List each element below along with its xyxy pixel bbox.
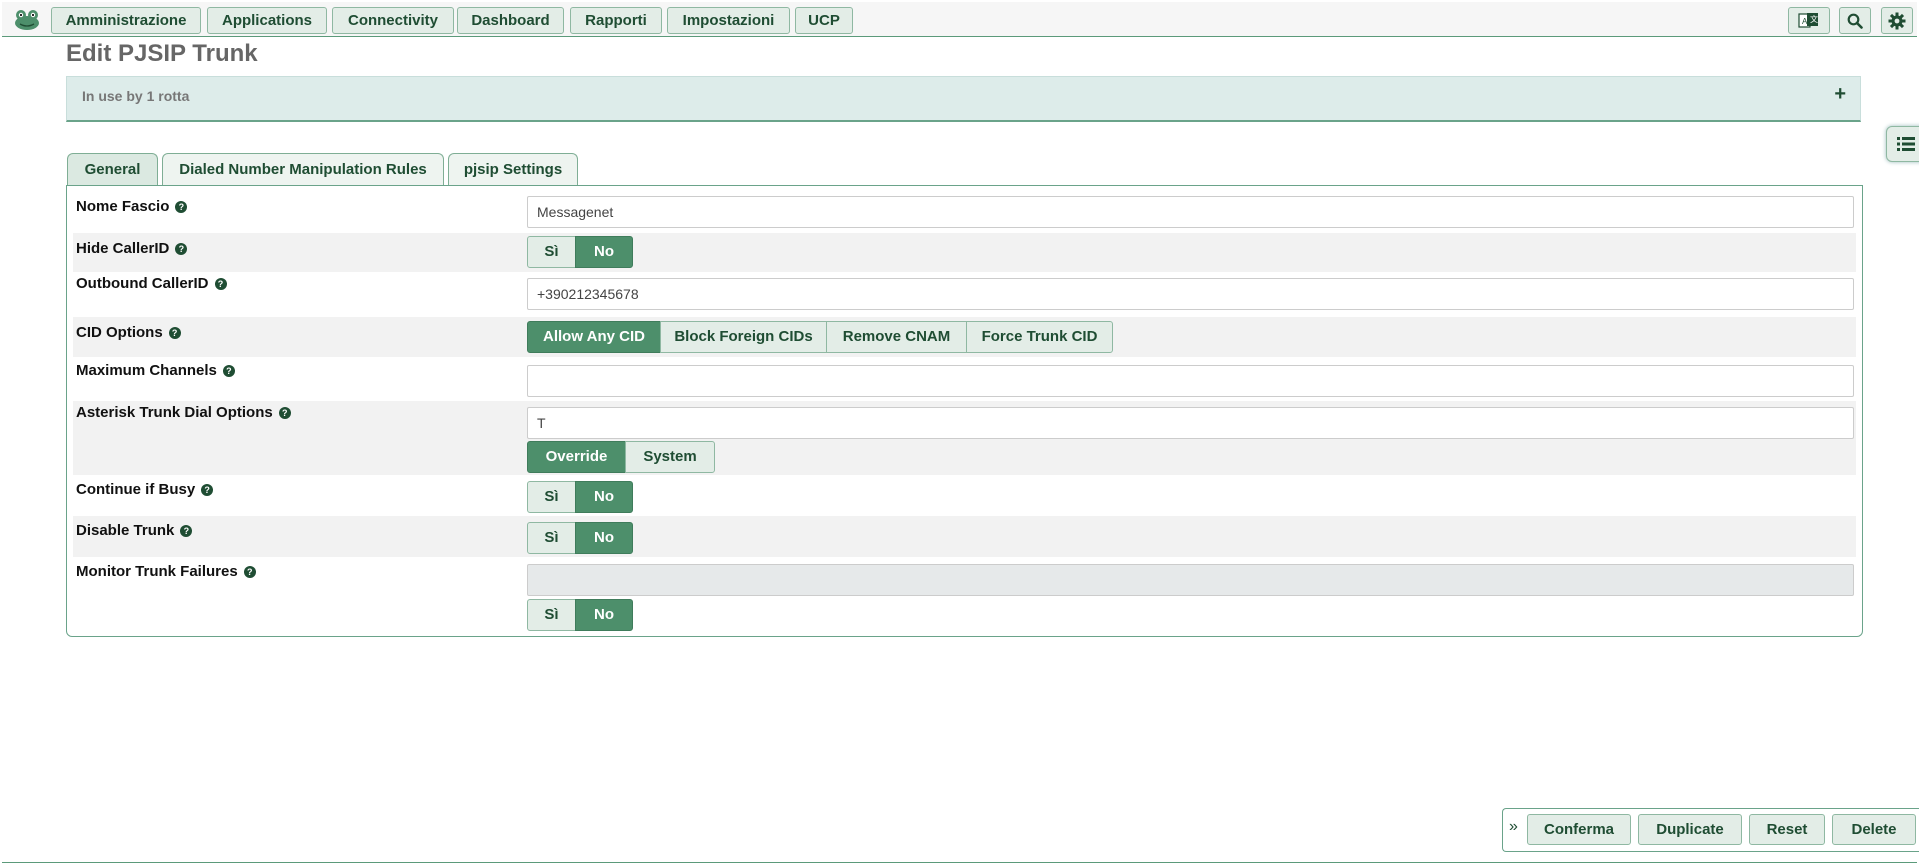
in-use-text: In use by 1 rotta — [82, 88, 190, 104]
nav-ucp[interactable]: UCP — [795, 7, 853, 34]
disable-trunk-no[interactable]: No — [575, 522, 633, 554]
cid-force-trunk[interactable]: Force Trunk CID — [966, 321, 1113, 353]
freepbx-frog-logo[interactable] — [14, 9, 40, 31]
max-channels-input[interactable] — [527, 365, 1854, 397]
row-hide-callerid: Hide CallerID ? Sì No — [73, 233, 1856, 272]
help-icon[interactable]: ? — [175, 242, 188, 255]
collapse-chevron-icon[interactable]: » — [1509, 818, 1518, 836]
cid-remove-cnam[interactable]: Remove CNAM — [826, 321, 967, 353]
trunk-name-input[interactable]: Messagenet — [527, 196, 1854, 228]
trunk-name-label-text: Nome Fascio — [76, 198, 170, 215]
help-icon[interactable]: ? — [278, 406, 291, 419]
hide-callerid-toggle: Sì No — [527, 236, 633, 268]
side-list-toggle[interactable] — [1886, 126, 1919, 162]
help-icon[interactable]: ? — [168, 326, 181, 339]
monitor-failures-no[interactable]: No — [575, 599, 633, 631]
nav-impostazioni[interactable]: Impostazioni — [667, 7, 790, 34]
disable-trunk-label-text: Disable Trunk — [76, 522, 175, 539]
row-max-channels: Maximum Channels ? — [73, 358, 1856, 401]
cid-allow-any[interactable]: Allow Any CID — [527, 321, 661, 353]
row-monitor-failures: Monitor Trunk Failures ? Sì No — [73, 557, 1856, 633]
disable-trunk-toggle: Sì No — [527, 522, 633, 554]
gear-icon — [1888, 12, 1906, 29]
row-outbound-callerid: Outbound CallerID ? +390212345678 — [73, 272, 1856, 315]
page-title: Edit PJSIP Trunk — [66, 40, 258, 67]
row-cid-options: CID Options ? Allow Any CID Block Foreig… — [73, 317, 1856, 357]
nav-dashboard[interactable]: Dashboard — [457, 7, 564, 34]
continue-busy-label: Continue if Busy ? — [76, 481, 214, 498]
cid-options-toggle: Allow Any CID Block Foreign CIDs Remove … — [527, 321, 1113, 353]
tab-general[interactable]: General — [67, 153, 158, 187]
nav-connectivity[interactable]: Connectivity — [332, 7, 454, 34]
trunk-name-label: Nome Fascio ? — [76, 198, 188, 215]
tab-dialed-number-rules[interactable]: Dialed Number Manipulation Rules — [162, 153, 444, 186]
max-channels-label-text: Maximum Channels — [76, 362, 217, 379]
monitor-failures-input[interactable] — [527, 564, 1854, 596]
monitor-failures-yes[interactable]: Sì — [527, 599, 576, 631]
language-button[interactable]: A 文 — [1788, 7, 1830, 34]
hide-callerid-no[interactable]: No — [575, 236, 633, 268]
top-nav-bar: Amministrazione Applications Connectivit… — [2, 2, 1917, 37]
help-icon[interactable]: ? — [243, 565, 256, 578]
row-disable-trunk: Disable Trunk ? Sì No — [73, 516, 1856, 557]
continue-busy-toggle: Sì No — [527, 481, 633, 513]
tab-pjsip-settings[interactable]: pjsip Settings — [448, 153, 578, 186]
in-use-panel[interactable]: In use by 1 rotta + — [66, 76, 1861, 122]
general-tab-panel: Nome Fascio ? Messagenet Hide CallerID ?… — [66, 185, 1863, 637]
dial-options-toggle: Override System — [527, 441, 715, 473]
cid-options-label: CID Options ? — [76, 324, 181, 341]
svg-text:A: A — [1802, 17, 1808, 26]
dial-options-system[interactable]: System — [625, 441, 715, 473]
delete-button[interactable]: Delete — [1832, 814, 1916, 845]
nav-applications[interactable]: Applications — [207, 7, 327, 34]
monitor-failures-toggle: Sì No — [527, 599, 633, 631]
hide-callerid-yes[interactable]: Sì — [527, 236, 576, 268]
reset-button[interactable]: Reset — [1749, 814, 1825, 845]
help-icon[interactable]: ? — [201, 483, 214, 496]
expand-plus-icon[interactable]: + — [1834, 83, 1846, 106]
dial-options-label-text: Asterisk Trunk Dial Options — [76, 404, 273, 421]
dial-options-label: Asterisk Trunk Dial Options ? — [76, 404, 291, 421]
search-icon — [1847, 13, 1863, 29]
help-icon[interactable]: ? — [180, 524, 193, 537]
monitor-failures-label-text: Monitor Trunk Failures — [76, 563, 238, 580]
max-channels-label: Maximum Channels ? — [76, 362, 235, 379]
nav-amministrazione[interactable]: Amministrazione — [51, 7, 201, 34]
outbound-callerid-input[interactable]: +390212345678 — [527, 278, 1854, 310]
row-dial-options: Asterisk Trunk Dial Options ? T Override… — [73, 401, 1856, 475]
row-continue-busy: Continue if Busy ? Sì No — [73, 476, 1856, 516]
outbound-callerid-label: Outbound CallerID ? — [76, 275, 227, 292]
settings-button[interactable] — [1881, 7, 1913, 34]
hide-callerid-label-text: Hide CallerID — [76, 240, 170, 257]
cid-block-foreign[interactable]: Block Foreign CIDs — [660, 321, 827, 353]
list-icon — [1897, 137, 1915, 151]
continue-busy-yes[interactable]: Sì — [527, 481, 576, 513]
disable-trunk-yes[interactable]: Sì — [527, 522, 576, 554]
help-icon[interactable]: ? — [175, 200, 188, 213]
search-button[interactable] — [1839, 7, 1871, 34]
submit-button[interactable]: Conferma — [1527, 814, 1631, 845]
footer-divider — [2, 862, 1917, 863]
help-icon[interactable]: ? — [222, 364, 235, 377]
monitor-failures-label: Monitor Trunk Failures ? — [76, 563, 256, 580]
translate-icon: A 文 — [1798, 12, 1818, 28]
svg-text:文: 文 — [1810, 14, 1818, 24]
disable-trunk-label: Disable Trunk ? — [76, 522, 193, 539]
duplicate-button[interactable]: Duplicate — [1638, 814, 1742, 845]
cid-options-label-text: CID Options — [76, 324, 163, 341]
action-bar: » Conferma Duplicate Reset Delete — [1502, 808, 1919, 852]
hide-callerid-label: Hide CallerID ? — [76, 240, 188, 257]
continue-busy-no[interactable]: No — [575, 481, 633, 513]
nav-rapporti[interactable]: Rapporti — [570, 7, 662, 34]
outbound-callerid-label-text: Outbound CallerID — [76, 275, 209, 292]
dial-options-override[interactable]: Override — [527, 441, 626, 473]
dial-options-input[interactable]: T — [527, 407, 1854, 439]
row-trunk-name: Nome Fascio ? Messagenet — [73, 186, 1856, 229]
continue-busy-label-text: Continue if Busy — [76, 481, 196, 498]
help-icon[interactable]: ? — [214, 277, 227, 290]
